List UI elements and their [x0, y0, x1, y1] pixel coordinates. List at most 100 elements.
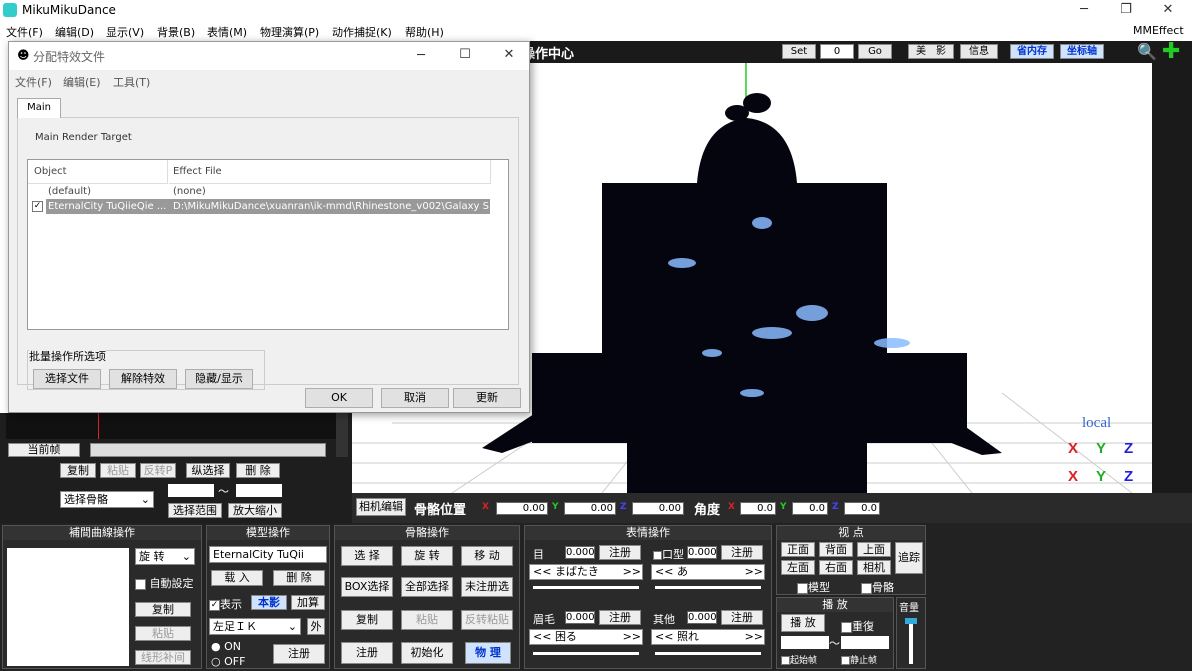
brow-value-input[interactable]: 0.000: [565, 611, 595, 624]
remove-effect-button[interactable]: 解除特效: [109, 369, 177, 389]
load-model-button[interactable]: 载 入: [211, 570, 263, 586]
col-object-header[interactable]: Object: [28, 160, 168, 184]
play-end-input[interactable]: [841, 636, 889, 649]
eye-slider[interactable]: [533, 586, 639, 589]
pos-y-input[interactable]: 0.00: [564, 502, 616, 515]
dialog-menu-tools[interactable]: 工具(T): [113, 74, 150, 90]
volume-slider[interactable]: [909, 618, 913, 664]
show-checkbox[interactable]: ✓ 表示: [209, 596, 242, 612]
initialize-button[interactable]: 初始化: [401, 642, 453, 664]
start-frame-checkbox[interactable]: 起始帧: [781, 653, 817, 666]
ik-on-radio[interactable]: ● ON: [211, 640, 241, 653]
timeline-track[interactable]: [6, 413, 336, 439]
model-dropdown[interactable]: EternalCity TuQii: [209, 546, 327, 563]
row-checkbox-checked-icon[interactable]: ✓: [32, 201, 43, 212]
dialog-menu-file[interactable]: 文件(F): [15, 74, 52, 90]
bone-select-button[interactable]: 选 择: [341, 546, 393, 566]
ik-off-radio[interactable]: ○ OFF: [211, 655, 245, 668]
menu-file[interactable]: 文件(F): [6, 24, 43, 40]
play-button[interactable]: 播 放: [781, 614, 825, 632]
view-right-button[interactable]: 右面: [819, 560, 853, 575]
delete-model-button[interactable]: 删 除: [273, 570, 325, 586]
mouth-value-input[interactable]: 0.000: [687, 546, 717, 559]
eye-next[interactable]: >>: [623, 565, 641, 579]
tab-main[interactable]: Main: [17, 98, 61, 118]
timeline-vscroll[interactable]: [336, 413, 348, 457]
interp-curve[interactable]: [7, 548, 129, 666]
brow-register-button[interactable]: 注册: [599, 610, 641, 625]
bone-reverse-paste-button[interactable]: 反转粘贴: [461, 610, 513, 630]
cancel-button[interactable]: 取消: [381, 388, 449, 408]
mouth-register-button[interactable]: 注册: [721, 545, 763, 560]
view-camera-button[interactable]: 相机: [857, 560, 891, 575]
delete-frame-button[interactable]: 删 除: [236, 463, 280, 478]
angle-x-input[interactable]: 0.0: [740, 502, 776, 515]
current-frame-button[interactable]: 当前帧: [8, 443, 80, 457]
mouth-slider[interactable]: [655, 586, 761, 589]
set-button[interactable]: Set: [782, 44, 816, 59]
range-end-input[interactable]: [236, 484, 282, 497]
linear-interp-button[interactable]: 线形补间: [135, 650, 191, 665]
effect-list[interactable]: Object Effect File (default) (none) ✓ Et…: [27, 159, 509, 330]
frame-input[interactable]: 0: [820, 44, 854, 59]
beauty-shadow-button[interactable]: 美 影: [908, 44, 954, 59]
angle-y-input[interactable]: 0.0: [792, 502, 828, 515]
brow-morph-dropdown[interactable]: << 困る >>: [529, 629, 643, 645]
eye-value-input[interactable]: 0.000: [565, 546, 595, 559]
other-prev[interactable]: <<: [655, 630, 673, 643]
repeat-checkbox[interactable]: 重復: [841, 618, 874, 634]
menu-help[interactable]: 帮助(H): [405, 24, 444, 40]
box-select-button[interactable]: BOX选择: [341, 577, 393, 597]
brow-slider[interactable]: [533, 652, 639, 655]
view-back-button[interactable]: 背面: [819, 542, 853, 557]
menu-mmeffect[interactable]: MMEffect: [1133, 24, 1184, 37]
view-model-checkbox[interactable]: 模型: [797, 579, 830, 595]
outer-button[interactable]: 外: [307, 618, 325, 635]
bone-select-dropdown[interactable]: 选择骨骼 ⌄: [60, 491, 154, 508]
axis-button[interactable]: 坐标轴: [1060, 44, 1104, 59]
interp-paste-button[interactable]: 粘贴: [135, 626, 191, 641]
dialog-minimize-icon[interactable]: ─: [411, 48, 431, 63]
pos-z-input[interactable]: 0.00: [632, 502, 684, 515]
menu-edit[interactable]: 编辑(D): [55, 24, 94, 40]
pos-x-input[interactable]: 0.00: [496, 502, 548, 515]
view-top-button[interactable]: 上面: [857, 542, 891, 557]
menu-motion-capture[interactable]: 动作捕捉(K): [332, 24, 392, 40]
mouth-checkbox-icon[interactable]: [653, 550, 662, 560]
dialog-close-icon[interactable]: ✕: [499, 47, 519, 62]
col-effect-header[interactable]: Effect File: [169, 160, 491, 184]
select-all-button[interactable]: 全部选择: [401, 577, 453, 597]
auto-setting-checkbox[interactable]: 自動設定: [135, 575, 194, 591]
range-select-button[interactable]: 选择范围: [168, 503, 222, 518]
list-row[interactable]: ✓ EternalCity TuQiieQie ... D:\MikuMikuD…: [28, 199, 508, 215]
mouth-next[interactable]: >>: [745, 565, 763, 579]
bone-move-button[interactable]: 移 动: [461, 546, 513, 566]
eye-prev[interactable]: <<: [533, 565, 551, 578]
timeline-hscroll[interactable]: [90, 443, 326, 457]
dialog-menu-edit[interactable]: 编辑(E): [63, 74, 101, 90]
eye-register-button[interactable]: 注册: [599, 545, 641, 560]
interp-copy-button[interactable]: 复制: [135, 602, 191, 617]
range-start-input[interactable]: [168, 484, 214, 497]
other-slider[interactable]: [655, 652, 761, 655]
ik-dropdown[interactable]: 左足ＩＫ ⌄: [209, 618, 301, 635]
maximize-icon[interactable]: ❐: [1116, 2, 1136, 17]
bone-copy-button[interactable]: 复制: [341, 610, 393, 630]
close-icon[interactable]: ✕: [1158, 2, 1178, 17]
other-morph-dropdown[interactable]: << 照れ >>: [651, 629, 765, 645]
update-button[interactable]: 更新: [453, 388, 521, 408]
self-shadow-button[interactable]: 本影: [251, 595, 287, 610]
eye-morph-dropdown[interactable]: << まばたき >>: [529, 564, 643, 580]
menu-physics[interactable]: 物理演算(P): [260, 24, 319, 40]
physics-button[interactable]: 物 理: [465, 642, 511, 664]
mouth-morph-dropdown[interactable]: << あ >>: [651, 564, 765, 580]
stop-frame-checkbox[interactable]: 静止帧: [841, 653, 877, 666]
view-left-button[interactable]: 左面: [781, 560, 815, 575]
reverse-paste-button[interactable]: 反转P: [140, 463, 176, 478]
menu-view[interactable]: 显示(V): [106, 24, 144, 40]
copy-button[interactable]: 复制: [60, 463, 96, 478]
paste-button[interactable]: 粘贴: [100, 463, 136, 478]
brow-next[interactable]: >>: [623, 630, 641, 644]
other-register-button[interactable]: 注册: [721, 610, 763, 625]
camera-edit-button[interactable]: 相机编辑: [356, 498, 406, 516]
